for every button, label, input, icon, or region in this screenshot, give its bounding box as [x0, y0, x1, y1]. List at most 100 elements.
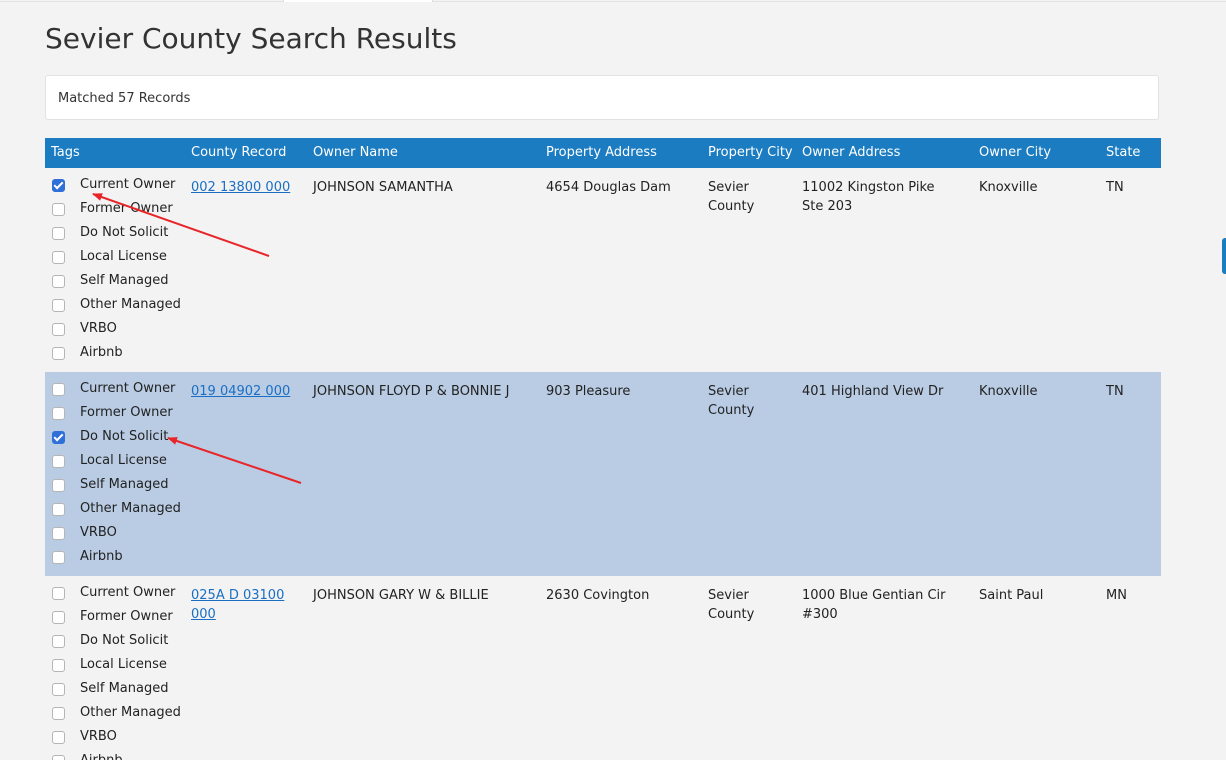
- active-tab-indicator[interactable]: [283, 0, 433, 2]
- header-owner-name[interactable]: Owner Name: [313, 138, 398, 168]
- match-summary-box: Matched 57 Records: [45, 75, 1159, 120]
- tag-label: Airbnb: [80, 549, 123, 564]
- tag-label: Airbnb: [80, 345, 123, 360]
- tag-option[interactable]: VRBO: [45, 524, 185, 548]
- tag-option[interactable]: Do Not Solicit: [45, 632, 185, 656]
- tag-option[interactable]: Other Managed: [45, 296, 185, 320]
- county-record-link[interactable]: 002 13800 000: [191, 178, 311, 197]
- property-address: 4654 Douglas Dam: [546, 180, 671, 195]
- county-record-link[interactable]: 019 04902 000: [191, 382, 311, 401]
- tag-checkbox[interactable]: [52, 527, 65, 540]
- tag-checkbox[interactable]: [52, 659, 65, 672]
- property-city: Sevier County: [708, 180, 755, 214]
- tag-checkbox[interactable]: [52, 683, 65, 696]
- owner-address: 1000 Blue Gentian Cir #300: [802, 588, 946, 622]
- header-owner-city[interactable]: Owner City: [979, 138, 1051, 168]
- tag-option[interactable]: VRBO: [45, 728, 185, 752]
- tag-option[interactable]: Local License: [45, 452, 185, 476]
- owner-address: 401 Highland View Dr: [802, 384, 944, 399]
- property-address: 2630 Covington: [546, 588, 650, 603]
- tag-option[interactable]: Current Owner: [45, 584, 185, 608]
- page-title: Sevier County Search Results: [45, 22, 457, 55]
- tag-checkbox[interactable]: [52, 503, 65, 516]
- tag-option[interactable]: Airbnb: [45, 548, 185, 572]
- top-divider: [0, 1, 1226, 2]
- tag-option[interactable]: Other Managed: [45, 500, 185, 524]
- tag-option[interactable]: Local License: [45, 248, 185, 272]
- tag-checkbox[interactable]: [52, 551, 65, 564]
- tag-checkbox[interactable]: [52, 455, 65, 468]
- header-property-address[interactable]: Property Address: [546, 138, 657, 168]
- table-row[interactable]: Current Owner Former Owner Do Not Solicit L…: [45, 576, 1161, 760]
- tag-checkbox[interactable]: [52, 347, 65, 360]
- tag-option[interactable]: Do Not Solicit: [45, 224, 185, 248]
- tag-checkbox[interactable]: [52, 479, 65, 492]
- tag-option[interactable]: Other Managed: [45, 704, 185, 728]
- tag-option[interactable]: Do Not Solicit: [45, 428, 185, 452]
- state: TN: [1106, 384, 1124, 399]
- tag-checkbox[interactable]: [52, 323, 65, 336]
- tag-option[interactable]: Airbnb: [45, 752, 185, 760]
- table-body: Current Owner Former Owner Do Not Solicit L…: [45, 168, 1161, 760]
- side-panel-handle[interactable]: [1222, 238, 1226, 274]
- tag-checkbox[interactable]: [52, 587, 65, 600]
- tag-checkbox[interactable]: [52, 179, 65, 192]
- tag-option[interactable]: Former Owner: [45, 608, 185, 632]
- tag-option[interactable]: Current Owner: [45, 176, 185, 200]
- tag-label: Local License: [80, 453, 167, 468]
- tag-checkbox[interactable]: [52, 383, 65, 396]
- owner-name: JOHNSON FLOYD P & BONNIE J: [313, 384, 510, 399]
- tag-label: VRBO: [80, 525, 117, 540]
- tag-label: Other Managed: [80, 297, 181, 312]
- tag-option[interactable]: Local License: [45, 656, 185, 680]
- tag-label: VRBO: [80, 321, 117, 336]
- tag-checkbox[interactable]: [52, 731, 65, 744]
- state: MN: [1106, 588, 1127, 603]
- tag-label: VRBO: [80, 729, 117, 744]
- tag-label: Do Not Solicit: [80, 633, 169, 648]
- tag-checkbox[interactable]: [52, 431, 65, 444]
- tag-checkbox[interactable]: [52, 611, 65, 624]
- tag-option[interactable]: Former Owner: [45, 200, 185, 224]
- tag-option[interactable]: Former Owner: [45, 404, 185, 428]
- tag-checkbox[interactable]: [52, 407, 65, 420]
- tag-option[interactable]: Self Managed: [45, 680, 185, 704]
- tag-checkbox[interactable]: [52, 299, 65, 312]
- owner-city: Knoxville: [979, 384, 1038, 399]
- table-header: Tags County Record Owner Name Property A…: [45, 138, 1161, 168]
- tag-label: Other Managed: [80, 501, 181, 516]
- table-row[interactable]: Current Owner Former Owner Do Not Solicit L…: [45, 168, 1161, 372]
- header-tags[interactable]: Tags: [51, 138, 80, 168]
- tag-option[interactable]: Airbnb: [45, 344, 185, 368]
- property-city: Sevier County: [708, 384, 755, 418]
- tag-option[interactable]: Self Managed: [45, 272, 185, 296]
- tag-checkbox[interactable]: [52, 275, 65, 288]
- match-summary-text: Matched 57 Records: [58, 91, 191, 106]
- tag-label: Former Owner: [80, 609, 173, 624]
- tag-checkbox[interactable]: [52, 227, 65, 240]
- header-state[interactable]: State: [1106, 138, 1140, 168]
- tag-option[interactable]: Self Managed: [45, 476, 185, 500]
- owner-name: JOHNSON SAMANTHA: [313, 180, 453, 195]
- tag-label: Self Managed: [80, 273, 169, 288]
- tag-list: Current Owner Former Owner Do Not Solicit L…: [45, 176, 185, 368]
- owner-address: 11002 Kingston Pike Ste 203: [802, 180, 935, 214]
- tag-option[interactable]: VRBO: [45, 320, 185, 344]
- tag-option[interactable]: Current Owner: [45, 380, 185, 404]
- tag-checkbox[interactable]: [52, 203, 65, 216]
- header-property-city[interactable]: Property City: [708, 138, 793, 168]
- tag-label: Current Owner: [80, 177, 176, 192]
- table-row[interactable]: Current Owner Former Owner Do Not Solicit L…: [45, 372, 1161, 576]
- property-address: 903 Pleasure: [546, 384, 631, 399]
- tag-checkbox[interactable]: [52, 635, 65, 648]
- tag-checkbox[interactable]: [52, 755, 65, 760]
- county-record-link[interactable]: 025A D 03100 000: [191, 586, 311, 624]
- tag-checkbox[interactable]: [52, 251, 65, 264]
- tag-label: Do Not Solicit: [80, 429, 169, 444]
- header-county-record[interactable]: County Record: [191, 138, 286, 168]
- tag-label: Airbnb: [80, 752, 123, 760]
- tag-label: Other Managed: [80, 705, 181, 720]
- owner-name: JOHNSON GARY W & BILLIE: [313, 588, 489, 603]
- tag-checkbox[interactable]: [52, 707, 65, 720]
- header-owner-address[interactable]: Owner Address: [802, 138, 900, 168]
